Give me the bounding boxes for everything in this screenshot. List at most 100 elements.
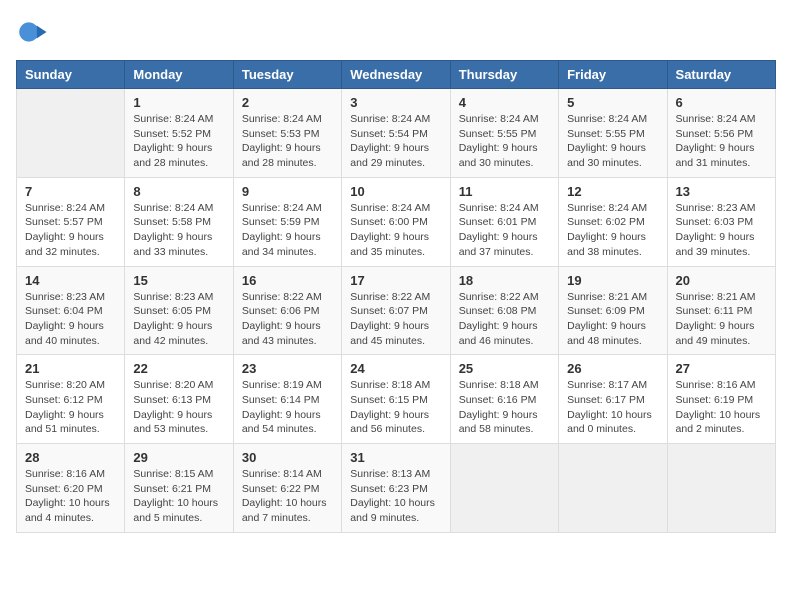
day-number: 12 [567,184,658,199]
day-number: 30 [242,450,333,465]
day-number: 5 [567,95,658,110]
calendar-table: SundayMondayTuesdayWednesdayThursdayFrid… [16,60,776,533]
day-info: Sunrise: 8:15 AMSunset: 6:21 PMDaylight:… [133,467,224,526]
day-number: 3 [350,95,441,110]
calendar-cell: 5 Sunrise: 8:24 AMSunset: 5:55 PMDaylight… [559,89,667,178]
day-number: 17 [350,273,441,288]
calendar-cell: 6 Sunrise: 8:24 AMSunset: 5:56 PMDaylight… [667,89,775,178]
calendar-week-row: 28 Sunrise: 8:16 AMSunset: 6:20 PMDayligh… [17,444,776,533]
calendar-cell: 9Sunrise: 8:24 AMSunset: 5:59 PMDaylight… [233,177,341,266]
header-tuesday: Tuesday [233,61,341,89]
day-number: 10 [350,184,441,199]
header-friday: Friday [559,61,667,89]
day-number: 9 [242,184,333,199]
calendar-week-row: 1 Sunrise: 8:24 AMSunset: 5:52 PMDaylight… [17,89,776,178]
day-number: 27 [676,361,767,376]
day-info: Sunrise: 8:22 AMSunset: 6:07 PMDaylight:… [350,290,441,349]
day-number: 6 [676,95,767,110]
calendar-cell: 24 Sunrise: 8:18 AMSunset: 6:15 PMDayligh… [342,355,450,444]
calendar-cell: 18 Sunrise: 8:22 AMSunset: 6:08 PMDayligh… [450,266,558,355]
calendar-cell [559,444,667,533]
day-info: Sunrise: 8:24 AMSunset: 6:01 PMDaylight:… [459,201,550,260]
day-info: Sunrise: 8:24 AMSunset: 5:52 PMDaylight:… [133,112,224,171]
day-info: Sunrise: 8:21 AMSunset: 6:09 PMDaylight:… [567,290,658,349]
day-number: 22 [133,361,224,376]
day-info: Sunrise: 8:20 AMSunset: 6:13 PMDaylight:… [133,378,224,437]
day-info: Sunrise: 8:23 AMSunset: 6:05 PMDaylight:… [133,290,224,349]
calendar-cell [667,444,775,533]
day-info: Sunrise: 8:24 AMSunset: 6:00 PMDaylight:… [350,201,441,260]
header-wednesday: Wednesday [342,61,450,89]
day-number: 7 [25,184,116,199]
day-info: Sunrise: 8:19 AMSunset: 6:14 PMDaylight:… [242,378,333,437]
day-info: Sunrise: 8:16 AMSunset: 6:20 PMDaylight:… [25,467,116,526]
calendar-cell: 21 Sunrise: 8:20 AMSunset: 6:12 PMDayligh… [17,355,125,444]
day-number: 31 [350,450,441,465]
day-info: Sunrise: 8:16 AMSunset: 6:19 PMDaylight:… [676,378,767,437]
calendar-cell: 8 Sunrise: 8:24 AMSunset: 5:58 PMDaylight… [125,177,233,266]
day-info: Sunrise: 8:22 AMSunset: 6:06 PMDaylight:… [242,290,333,349]
day-number: 25 [459,361,550,376]
calendar-cell: 11 Sunrise: 8:24 AMSunset: 6:01 PMDayligh… [450,177,558,266]
calendar-cell: 27 Sunrise: 8:16 AMSunset: 6:19 PMDayligh… [667,355,775,444]
day-number: 24 [350,361,441,376]
header-sunday: Sunday [17,61,125,89]
day-info: Sunrise: 8:22 AMSunset: 6:08 PMDaylight:… [459,290,550,349]
calendar-cell: 25 Sunrise: 8:18 AMSunset: 6:16 PMDayligh… [450,355,558,444]
calendar-cell: 4Sunrise: 8:24 AMSunset: 5:55 PMDaylight… [450,89,558,178]
day-number: 23 [242,361,333,376]
header-saturday: Saturday [667,61,775,89]
day-info: Sunrise: 8:24 AMSunset: 5:54 PMDaylight:… [350,112,441,171]
calendar-cell: 14 Sunrise: 8:23 AMSunset: 6:04 PMDayligh… [17,266,125,355]
day-info: Sunrise: 8:24 AMSunset: 5:55 PMDaylight:… [567,112,658,171]
day-info: Sunrise: 8:14 AMSunset: 6:22 PMDaylight:… [242,467,333,526]
calendar-week-row: 7 Sunrise: 8:24 AMSunset: 5:57 PMDaylight… [17,177,776,266]
day-info: Sunrise: 8:24 AMSunset: 5:57 PMDaylight:… [25,201,116,260]
day-info: Sunrise: 8:24 AMSunset: 5:53 PMDaylight:… [242,112,333,171]
calendar-cell: 31Sunrise: 8:13 AMSunset: 6:23 PMDayligh… [342,444,450,533]
calendar-cell [450,444,558,533]
day-number: 29 [133,450,224,465]
day-number: 1 [133,95,224,110]
calendar-cell: 19 Sunrise: 8:21 AMSunset: 6:09 PMDayligh… [559,266,667,355]
day-info: Sunrise: 8:24 AMSunset: 6:02 PMDaylight:… [567,201,658,260]
header-thursday: Thursday [450,61,558,89]
day-number: 14 [25,273,116,288]
day-info: Sunrise: 8:23 AMSunset: 6:04 PMDaylight:… [25,290,116,349]
day-number: 11 [459,184,550,199]
calendar-cell: 13Sunrise: 8:23 AMSunset: 6:03 PMDayligh… [667,177,775,266]
day-info: Sunrise: 8:18 AMSunset: 6:15 PMDaylight:… [350,378,441,437]
day-number: 19 [567,273,658,288]
logo-icon [16,16,48,48]
calendar-week-row: 21 Sunrise: 8:20 AMSunset: 6:12 PMDayligh… [17,355,776,444]
calendar-cell: 16 Sunrise: 8:22 AMSunset: 6:06 PMDayligh… [233,266,341,355]
day-number: 18 [459,273,550,288]
calendar-cell: 2 Sunrise: 8:24 AMSunset: 5:53 PMDaylight… [233,89,341,178]
calendar-cell: 3 Sunrise: 8:24 AMSunset: 5:54 PMDaylight… [342,89,450,178]
day-info: Sunrise: 8:18 AMSunset: 6:16 PMDaylight:… [459,378,550,437]
header [16,16,776,48]
day-info: Sunrise: 8:24 AMSunset: 5:58 PMDaylight:… [133,201,224,260]
day-number: 21 [25,361,116,376]
day-number: 20 [676,273,767,288]
day-info: Sunrise: 8:21 AMSunset: 6:11 PMDaylight:… [676,290,767,349]
calendar-cell: 29 Sunrise: 8:15 AMSunset: 6:21 PMDayligh… [125,444,233,533]
calendar-cell: 12 Sunrise: 8:24 AMSunset: 6:02 PMDayligh… [559,177,667,266]
day-info: Sunrise: 8:20 AMSunset: 6:12 PMDaylight:… [25,378,116,437]
day-number: 2 [242,95,333,110]
calendar-cell: 23 Sunrise: 8:19 AMSunset: 6:14 PMDayligh… [233,355,341,444]
calendar-cell: 10 Sunrise: 8:24 AMSunset: 6:00 PMDayligh… [342,177,450,266]
day-number: 4 [459,95,550,110]
day-number: 16 [242,273,333,288]
calendar-cell: 28 Sunrise: 8:16 AMSunset: 6:20 PMDayligh… [17,444,125,533]
calendar-cell: 7 Sunrise: 8:24 AMSunset: 5:57 PMDaylight… [17,177,125,266]
day-number: 13 [676,184,767,199]
calendar-cell: 30 Sunrise: 8:14 AMSunset: 6:22 PMDayligh… [233,444,341,533]
day-number: 28 [25,450,116,465]
calendar-cell [17,89,125,178]
logo [16,16,52,48]
day-number: 8 [133,184,224,199]
day-info: Sunrise: 8:24 AMSunset: 5:56 PMDaylight:… [676,112,767,171]
day-number: 26 [567,361,658,376]
calendar-cell: 20 Sunrise: 8:21 AMSunset: 6:11 PMDayligh… [667,266,775,355]
